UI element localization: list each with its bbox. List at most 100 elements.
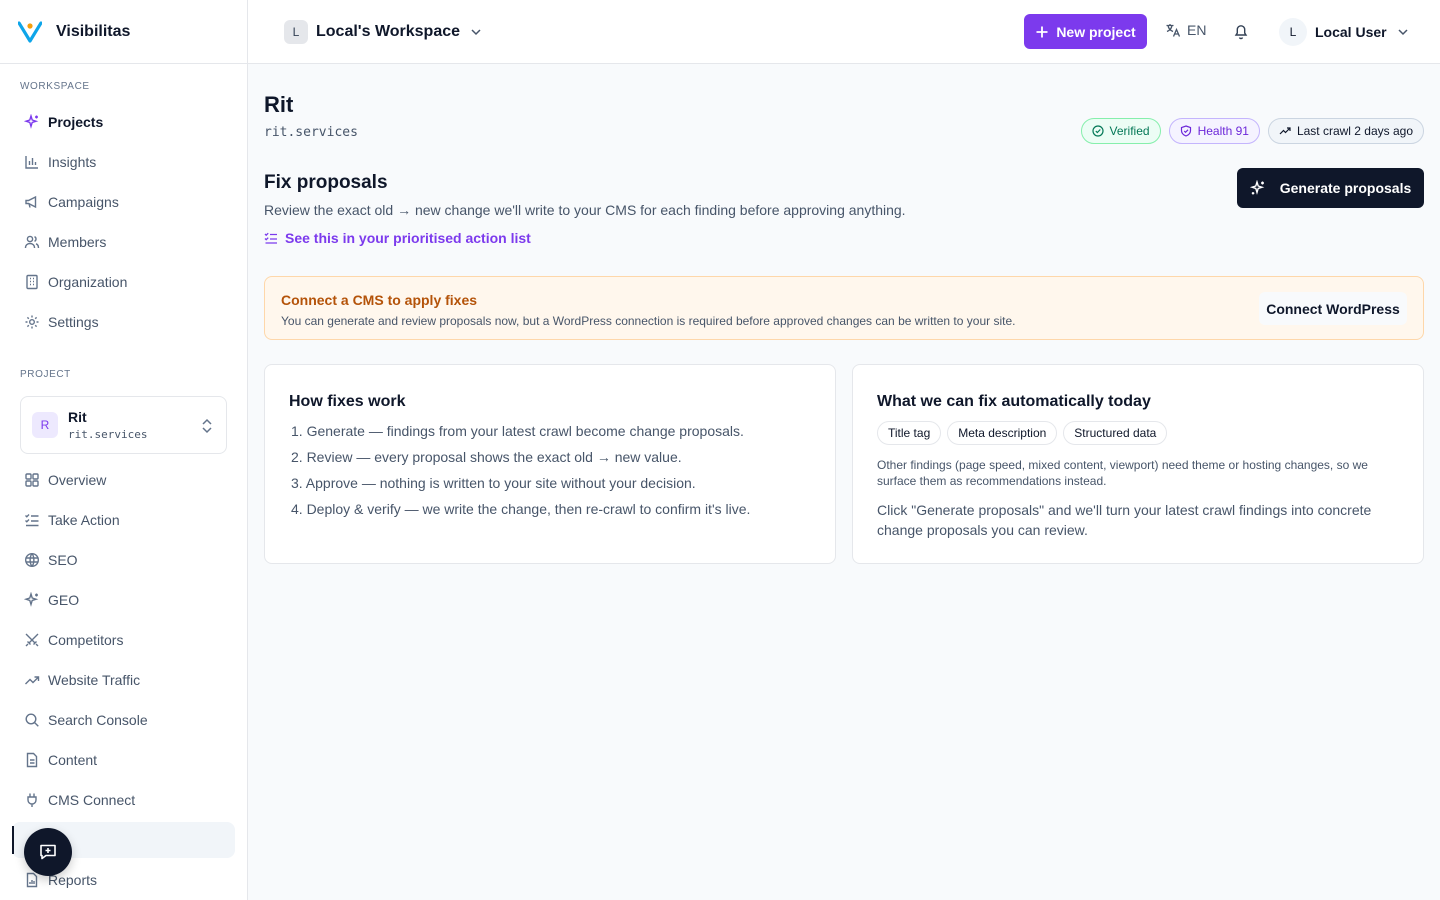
plug-icon [27,793,37,807]
health-badge: Health 91 [1168,118,1260,144]
sidebar-item-label: Campaigns [48,194,119,210]
sidebar-item-projects[interactable]: Projects [12,104,235,140]
cms-alert: Connect a CMS to apply fixes You can gen… [264,276,1424,340]
sidebar-item-label: Insights [48,154,97,170]
project-section-label: PROJECT [20,369,71,380]
grid-icon [25,473,39,487]
swords-icon [25,633,39,647]
generate-proposals-button[interactable]: Generate proposals [1237,168,1424,208]
last-crawl-badge: Last crawl 2 days ago [1267,118,1424,144]
health-label: Health 91 [1197,124,1249,138]
card-note: Other findings (page speed, mixed conten… [877,458,1368,488]
chip-structured-data: Structured data [1063,421,1168,445]
main-content: Rit rit.services Verified Health 91 Last… [248,64,1440,900]
feedback-chat-button[interactable] [24,828,72,876]
sidebar-item-competitors[interactable]: Competitors [12,622,235,658]
connect-wordpress-button[interactable]: Connect WordPress [1259,292,1407,325]
sidebar-item-website-traffic[interactable]: Website Traffic [12,662,235,698]
steps-list: 1. Generate — findings from your latest … [291,423,750,527]
language-selector[interactable]: EN [1165,22,1206,38]
workspace-switcher[interactable]: L Local's Workspace [284,20,482,44]
page-domain: rit.services [264,125,358,140]
chevrons-up-down-icon [202,418,212,434]
bar-chart-icon [25,156,38,169]
fix-type-chips: Title tag Meta description Structured da… [877,421,1168,445]
chevron-down-icon [471,29,481,36]
search-icon [25,713,39,727]
avatar: L [1279,18,1307,46]
sidebar-item-label: Take Action [48,512,120,528]
list-item: 3. Approve — nothing is written to your … [291,475,696,491]
sidebar-item-take-action[interactable]: Take Action [12,502,235,538]
logo-icon [18,20,42,43]
megaphone-icon [25,195,37,209]
sidebar-item-settings[interactable]: Settings [12,304,235,340]
auto-fix-card: What we can fix automatically today Titl… [852,364,1424,564]
sparkles-icon [1249,180,1265,195]
sidebar-item-geo[interactable]: GEO [12,582,235,618]
new-project-button[interactable]: New project [1024,14,1147,49]
project-switcher[interactable]: R Rit rit.services [20,396,227,454]
card-cta-text: Click "Generate proposals" and we'll tur… [877,502,1372,538]
verified-badge: Verified [1080,118,1161,144]
building-icon [26,274,38,290]
user-menu[interactable]: L Local User [1279,18,1409,46]
sidebar-item-organization[interactable]: Organization [12,264,235,300]
sidebar-item-label: Website Traffic [48,672,141,688]
sidebar-item-label: Content [48,752,98,768]
gear-icon [25,315,39,329]
chevron-down-icon [1398,29,1408,36]
sidebar-item-label: SEO [48,552,78,568]
list-item: 2. Review — every proposal shows the exa… [291,449,682,465]
project-avatar: R [32,412,58,438]
sidebar-item-content[interactable]: Content [12,742,235,778]
message-plus-icon [40,844,56,860]
sidebar-item-campaigns[interactable]: Campaigns [12,184,235,220]
check-circle-icon [1091,125,1104,137]
active-indicator [12,826,14,854]
sidebar-item-insights[interactable]: Insights [12,144,235,180]
top-header: L Local's Workspace New project EN L Loc… [248,0,1440,64]
document-icon [26,752,38,768]
bell-icon[interactable] [1233,23,1249,40]
chip-meta-description: Meta description [947,421,1058,445]
workspace-name: Local's Workspace [316,23,461,40]
globe-icon [24,552,40,568]
list-item: 1. Generate — findings from your latest … [291,423,744,439]
sidebar-item-label: CMS Connect [48,792,136,808]
plus-icon [1036,26,1048,37]
section-title: Fix proposals [264,172,388,193]
sidebar-item-label: Members [48,234,107,250]
new-project-label: New project [1056,23,1136,40]
project-domain: rit.services [68,428,148,441]
how-fixes-work-card: How fixes work 1. Generate — findings fr… [264,364,836,564]
brand-name: Visibilitas [56,22,131,40]
sparkles-icon [24,592,39,607]
users-icon [24,235,40,249]
chip-title-tag: Title tag [877,421,942,445]
report-icon [26,872,38,888]
sidebar-item-cms-connect[interactable]: CMS Connect [12,782,235,818]
card-title: What we can fix automatically today [877,393,1151,410]
status-badges: Verified Health 91 Last crawl 2 days ago [1080,118,1424,144]
sidebar-item-members[interactable]: Members [12,224,235,260]
sidebar-item-label: Search Console [48,712,148,728]
card-title: How fixes work [289,393,406,410]
brand[interactable]: Visibilitas [0,0,247,64]
sidebar-item-seo[interactable]: SEO [12,542,235,578]
trend-up-icon [1279,127,1291,135]
workspace-section-label: WORKSPACE [20,81,90,92]
sidebar-item-label: Competitors [48,632,124,648]
sidebar-item-label: GEO [48,592,80,608]
sidebar: Visibilitas WORKSPACE Projects Insights … [0,0,248,900]
sidebar-item-search-console[interactable]: Search Console [12,702,235,738]
shield-icon [1180,125,1191,137]
workspace-avatar: L [284,20,308,44]
trend-up-icon [25,676,40,685]
sidebar-item-label: Projects [48,114,104,130]
sidebar-item-label: Overview [48,472,107,488]
sidebar-item-overview[interactable]: Overview [12,462,235,498]
action-list-link[interactable]: See this in your prioritised action list [264,230,531,246]
sidebar-item-label: Settings [48,314,99,330]
sidebar-item-label: Organization [48,274,128,290]
